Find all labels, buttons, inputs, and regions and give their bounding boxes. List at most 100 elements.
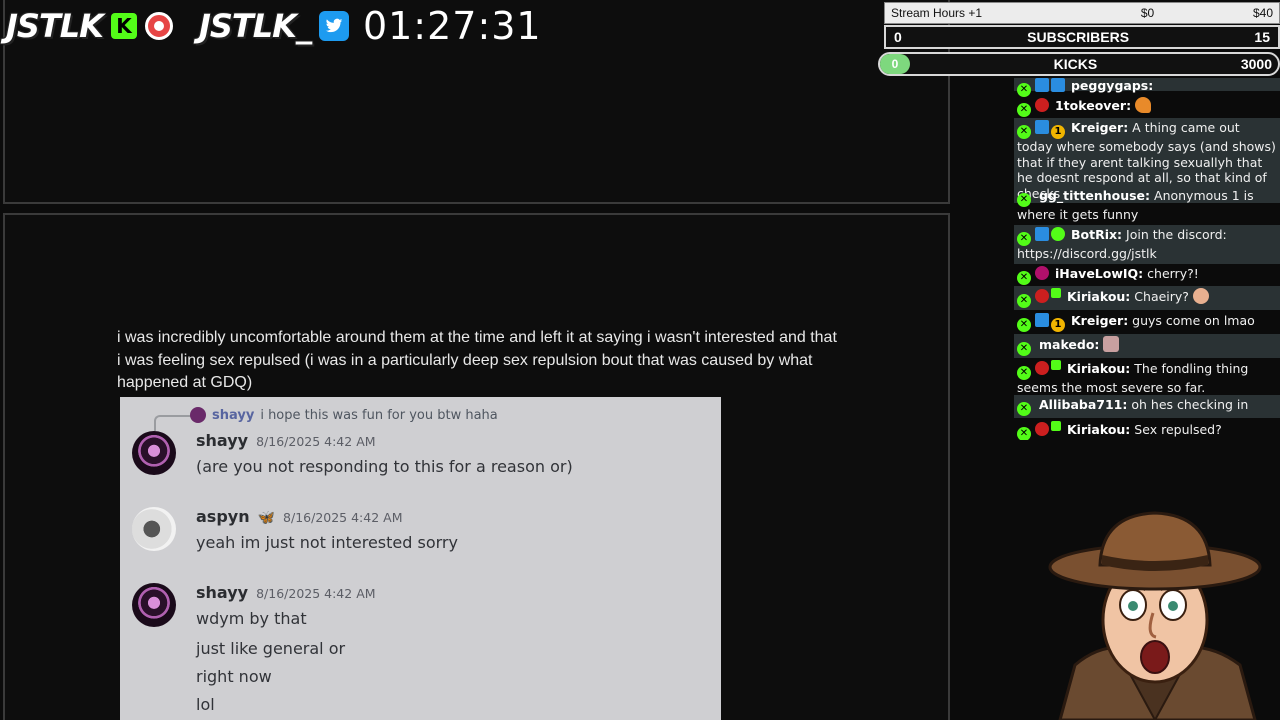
emote-icon xyxy=(1103,336,1120,352)
chat-message: ✕ Kiriakou: The fondling thing seems the… xyxy=(1014,358,1280,398)
reply-text: i hope this was fun for you btw haha xyxy=(260,407,498,423)
stream-hours-label: Stream Hours +1 xyxy=(891,6,983,20)
message-text: lol xyxy=(196,695,215,714)
kick-chat-badge-icon: ✕ xyxy=(1017,294,1031,308)
subscribers-label: SUBSCRIBERS xyxy=(1027,29,1130,45)
chat-username: Kreiger: xyxy=(1070,120,1129,135)
chat-username: makedo: xyxy=(1038,337,1100,352)
chat-text: guys come on lmao xyxy=(1132,313,1255,328)
reply-author: shayy xyxy=(212,407,255,423)
message-text: wdym by that xyxy=(196,609,307,628)
streamer-avatar-illustration xyxy=(1040,505,1270,720)
chat-username: Kiriakou: xyxy=(1066,422,1131,437)
chat-message: ✕ 1 Kreiger: guys come on lmao xyxy=(1014,311,1280,334)
kicks-goal: 3000 xyxy=(1240,56,1272,72)
stream-clock: 01:27:31 xyxy=(362,4,542,48)
chat-username: Kiriakou: xyxy=(1066,361,1131,376)
gift-badge-icon xyxy=(1051,288,1061,298)
message-author: aspyn xyxy=(196,507,250,526)
chat-username: Kiriakou: xyxy=(1066,289,1131,304)
moderator-badge-icon xyxy=(1035,313,1049,327)
badge-icon xyxy=(1035,266,1049,280)
discord-message: aspyn 🦋 8/16/2025 4:42 AM yeah im just n… xyxy=(132,507,458,553)
chat-username: peggygaps: xyxy=(1070,78,1154,93)
kick-chat-badge-icon: ✕ xyxy=(1017,366,1031,380)
kick-chat-badge-icon: ✕ xyxy=(1017,318,1031,332)
chat-text: Chaeiry? xyxy=(1134,289,1189,304)
subscribers-bar: 0 SUBSCRIBERS 15 xyxy=(884,25,1280,49)
chat-message: ✕ 1tokeover: xyxy=(1014,95,1280,119)
kick-chat-badge-icon: ✕ xyxy=(1017,427,1031,440)
gift-badge-icon xyxy=(1051,421,1061,431)
message-text: (are you not responding to this for a re… xyxy=(196,457,573,476)
butterfly-icon: 🦋 xyxy=(257,510,276,526)
chat-username: 1tokeover: xyxy=(1054,98,1132,113)
moderator-badge-icon xyxy=(1035,227,1049,241)
kick-chat-badge-icon: ✕ xyxy=(1017,103,1031,117)
message-text: yeah im just not interested sorry xyxy=(196,533,458,552)
message-text: right now xyxy=(196,667,272,686)
kick-chat-badge-icon: ✕ xyxy=(1017,271,1031,285)
twitter-icon xyxy=(318,11,349,41)
chat-text: oh hes checking in xyxy=(1131,397,1249,412)
reply-avatar xyxy=(190,407,206,423)
message-timestamp: 8/16/2025 4:42 AM xyxy=(283,510,403,525)
chat-message: ✕ gg_tittenhouse: Anonymous 1 is where i… xyxy=(1014,186,1280,225)
message-author: shayy xyxy=(196,583,249,602)
stream-hours-min: $0 xyxy=(1140,6,1155,20)
document-text: i was incredibly uncomfortable around th… xyxy=(117,329,837,391)
badge-icon xyxy=(1035,422,1049,436)
chat-message: ✕ Kiriakou: Sex repulsed? xyxy=(1014,419,1280,440)
discord-screenshot: shayy i hope this was fun for you btw ha… xyxy=(120,397,721,720)
emote-icon xyxy=(1135,97,1152,113)
kick-chat-badge-icon: ✕ xyxy=(1017,402,1031,416)
emote-icon xyxy=(1192,288,1209,304)
chat-text: Sex repulsed? xyxy=(1134,422,1222,437)
avatar xyxy=(132,507,176,551)
chat-username: Allibaba711: xyxy=(1038,397,1128,412)
kick-logo-icon: K xyxy=(110,13,137,39)
badge-icon xyxy=(1035,289,1049,303)
chat-message: ✕ peggygaps: xyxy=(1014,78,1280,97)
chat-feed: ✕ peggygaps: ✕ 1tokeover: ✕ 1 Kreiger: A … xyxy=(1014,78,1280,440)
subscribers-count: 0 xyxy=(894,29,902,45)
brand-wordmark: JSTLK xyxy=(6,7,104,45)
brand-wordmark-2: JSTLK_ xyxy=(198,7,312,45)
message-timestamp: 8/16/2025 4:42 AM xyxy=(256,434,376,449)
kick-chat-badge-icon: ✕ xyxy=(1017,342,1031,356)
chat-message: ✕ Kiriakou: Chaeiry? xyxy=(1014,286,1280,310)
reply-preview: shayy i hope this was fun for you btw ha… xyxy=(190,407,498,423)
badge-icon xyxy=(1035,98,1049,112)
stream-goals: Stream Hours +1 $0 $40 0 SUBSCRIBERS 15 … xyxy=(878,0,1280,78)
avatar xyxy=(132,431,176,475)
document-panel: i was incredibly uncomfortable around th… xyxy=(3,213,950,720)
chat-username: gg_tittenhouse: xyxy=(1038,188,1151,203)
discord-message: shayy 8/16/2025 4:42 AM wdym by that jus… xyxy=(132,583,376,715)
record-icon xyxy=(144,12,173,40)
chat-username: BotRix: xyxy=(1070,227,1123,242)
chat-username: iHaveLowIQ: xyxy=(1054,266,1144,281)
kick-chat-badge-icon: ✕ xyxy=(1017,193,1031,207)
kick-chat-badge-icon: ✕ xyxy=(1017,125,1031,139)
reply-connector xyxy=(154,415,194,431)
kicks-label: KICKS xyxy=(1053,56,1098,72)
founder-badge-icon: 1 xyxy=(1051,318,1065,332)
chat-message: ✕ makedo: xyxy=(1014,334,1280,358)
gift-badge-icon xyxy=(1051,360,1061,370)
discord-message: shayy 8/16/2025 4:42 AM (are you not res… xyxy=(132,431,573,477)
badge-icon xyxy=(1035,78,1049,92)
founder-badge-icon: 1 xyxy=(1051,125,1065,139)
stream-hours-max: $40 xyxy=(1252,6,1273,20)
verified-badge-icon xyxy=(1051,227,1065,241)
kicks-count: 0 xyxy=(880,54,910,74)
avatar xyxy=(132,583,176,627)
message-author: shayy xyxy=(196,431,249,450)
chat-username: Kreiger: xyxy=(1070,313,1129,328)
badge-icon xyxy=(1035,361,1049,375)
chat-text: cherry?! xyxy=(1147,266,1199,281)
message-text: just like general or xyxy=(196,639,346,658)
message-timestamp: 8/16/2025 4:42 AM xyxy=(256,586,376,601)
subscribers-goal: 15 xyxy=(1254,29,1270,45)
moderator-badge-icon xyxy=(1035,120,1049,134)
badge-icon xyxy=(1051,78,1065,92)
